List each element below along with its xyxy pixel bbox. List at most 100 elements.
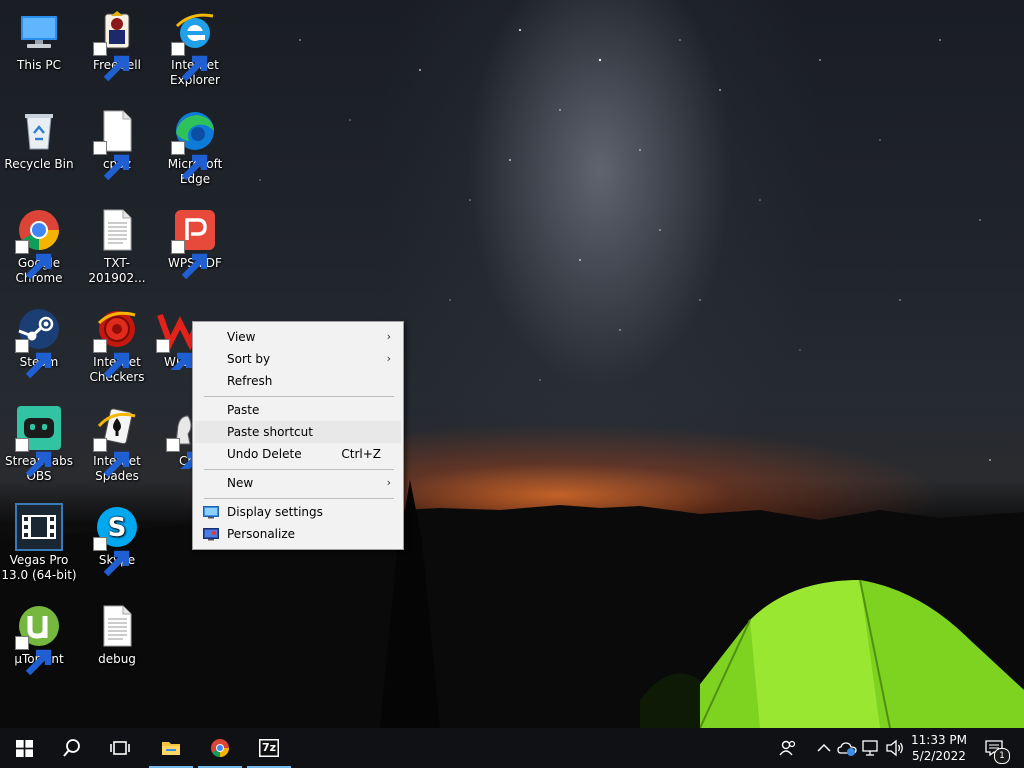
chevron-right-icon: › <box>386 352 391 365</box>
desktop-icon-google-chrome[interactable]: Google Chrome <box>0 206 78 286</box>
desktop-icon-utorrent[interactable]: µTorrent <box>0 602 78 676</box>
desktop-icon-freecell[interactable]: FreeCell <box>78 8 156 82</box>
green-tent <box>640 579 1024 728</box>
menu-item-label: View <box>227 330 256 344</box>
desktop-icon-chess[interactable]: Ch <box>166 404 194 469</box>
volume-icon <box>886 739 903 757</box>
taskbar-chrome[interactable] <box>196 728 244 768</box>
shortcut-arrow-icon <box>171 240 208 280</box>
menu-item-label: Paste <box>227 403 260 417</box>
personalize-icon <box>203 528 219 541</box>
recycle-bin-icon <box>25 114 53 150</box>
desktop-icon-label: Vegas Pro 13.0 (64-bit) <box>1 553 77 582</box>
text-file-icon <box>103 605 132 647</box>
people-icon <box>779 740 796 756</box>
menu-item-label: Refresh <box>227 374 273 388</box>
search-button[interactable] <box>48 728 96 768</box>
shortcut-arrow-icon <box>93 42 130 82</box>
menu-item-label: Paste shortcut <box>227 425 313 439</box>
shortcut-arrow-icon <box>171 141 208 181</box>
display-settings-icon <box>203 506 219 519</box>
desktop-icon-cpuz[interactable]: cpuz <box>78 107 156 181</box>
menu-item-refresh[interactable]: Refresh <box>195 370 401 392</box>
desktop-icon-streamlabs-obs[interactable]: Streamlabs OBS <box>0 404 78 484</box>
desktop-icon-internet-spades[interactable]: Internet Spades <box>78 404 156 484</box>
7zip-label: 7z <box>261 741 277 754</box>
start-button[interactable] <box>0 728 48 768</box>
desktop-icon-vegas-pro[interactable]: Vegas Pro 13.0 (64-bit) <box>0 503 78 583</box>
start-icon <box>16 740 33 757</box>
chevron-right-icon: › <box>386 476 391 489</box>
menu-item-label: Personalize <box>227 527 296 541</box>
menu-item-label: Sort by <box>227 352 271 366</box>
menu-item-undo-delete[interactable]: Undo Delete Ctrl+Z <box>195 443 401 465</box>
action-center-button[interactable]: 1 <box>978 728 1024 768</box>
people-button[interactable] <box>778 738 798 758</box>
taskbar: 7z 11:33 PM 5/2/2022 1 <box>0 728 1024 768</box>
desktop-icon-recycle-bin[interactable]: Recycle Bin <box>0 107 78 172</box>
system-clock[interactable]: 11:33 PM 5/2/2022 <box>906 732 972 764</box>
shortcut-arrow-icon <box>15 339 52 379</box>
desktop-icon-wps-pdf[interactable]: WPS PDF <box>156 206 234 280</box>
network-tray-button[interactable] <box>861 738 881 758</box>
task-view-button[interactable] <box>96 728 144 768</box>
menu-item-paste-shortcut[interactable]: Paste shortcut <box>195 421 401 443</box>
menu-separator <box>204 498 394 499</box>
desktop-icon-internet-explorer[interactable]: Internet Explorer <box>156 8 234 88</box>
cloud-sync-icon <box>837 742 857 756</box>
desktop-icon-steam[interactable]: Steam <box>0 305 78 379</box>
desktop-icon-label: Recycle Bin <box>4 157 74 171</box>
clock-time: 11:33 PM <box>911 733 967 747</box>
shortcut-arrow-icon <box>15 240 52 280</box>
chevron-right-icon: › <box>386 330 391 343</box>
desktop-icon-label: TXT-201902... <box>88 256 146 285</box>
shortcut-arrow-icon <box>93 438 130 478</box>
text-file-icon <box>103 209 132 251</box>
shortcut-arrow-icon <box>93 339 130 379</box>
desktop-icon-internet-checkers[interactable]: Internet Checkers <box>78 305 156 385</box>
clock-date: 5/2/2022 <box>912 749 966 763</box>
file-explorer-icon <box>162 742 180 755</box>
this-pc-icon <box>21 16 57 48</box>
shortcut-arrow-icon <box>156 339 193 370</box>
menu-item-display-settings[interactable]: Display settings <box>195 501 401 523</box>
task-view-icon <box>110 741 130 755</box>
shortcut-arrow-icon <box>93 537 130 577</box>
search-icon <box>63 739 80 757</box>
volume-tray-button[interactable] <box>885 738 905 758</box>
desktop-icon-label: This PC <box>17 58 61 72</box>
shortcut-arrow-icon <box>93 141 130 181</box>
network-icon <box>862 740 878 756</box>
menu-separator <box>204 469 394 470</box>
menu-item-label: New <box>227 476 254 490</box>
desktop-icon-this-pc[interactable]: This PC <box>0 8 78 73</box>
menu-item-label: Display settings <box>227 505 323 519</box>
taskbar-file-explorer[interactable] <box>147 728 195 768</box>
desktop-icon-label: debug <box>98 652 136 666</box>
shortcut-arrow-icon <box>171 42 208 82</box>
menu-item-personalize[interactable]: Personalize <box>195 523 401 545</box>
desktop-icon-debug[interactable]: debug <box>78 602 156 667</box>
onedrive-tray-button[interactable] <box>837 738 857 758</box>
desktop-context-menu: View › Sort by › Refresh Paste Paste sho… <box>192 321 404 550</box>
vegas-icon <box>15 503 63 551</box>
menu-item-new[interactable]: New › <box>195 472 401 494</box>
desktop-icon-txt-file[interactable]: TXT-201902... <box>78 206 156 286</box>
shortcut-arrow-icon <box>15 636 52 676</box>
desktop-icon-microsoft-edge[interactable]: Microsoft Edge <box>156 107 234 187</box>
menu-item-sort-by[interactable]: Sort by › <box>195 348 401 370</box>
chevron-up-icon <box>817 743 831 752</box>
show-hidden-icons-button[interactable] <box>814 738 834 758</box>
taskbar-7zip[interactable]: 7z <box>245 728 293 768</box>
shortcut-arrow-icon <box>166 438 194 469</box>
keyboard-shortcut-label: Ctrl+Z <box>341 447 381 461</box>
desktop-icon-wps[interactable]: WPS <box>146 305 194 370</box>
menu-item-view[interactable]: View › <box>195 326 401 348</box>
menu-item-paste[interactable]: Paste <box>195 399 401 421</box>
desktop-icon-skype[interactable]: S Skype <box>78 503 156 577</box>
menu-separator <box>204 396 394 397</box>
menu-item-label: Undo Delete <box>227 447 302 461</box>
chrome-icon <box>211 739 229 758</box>
notification-count-badge: 1 <box>994 748 1010 764</box>
shortcut-arrow-icon <box>15 438 52 478</box>
